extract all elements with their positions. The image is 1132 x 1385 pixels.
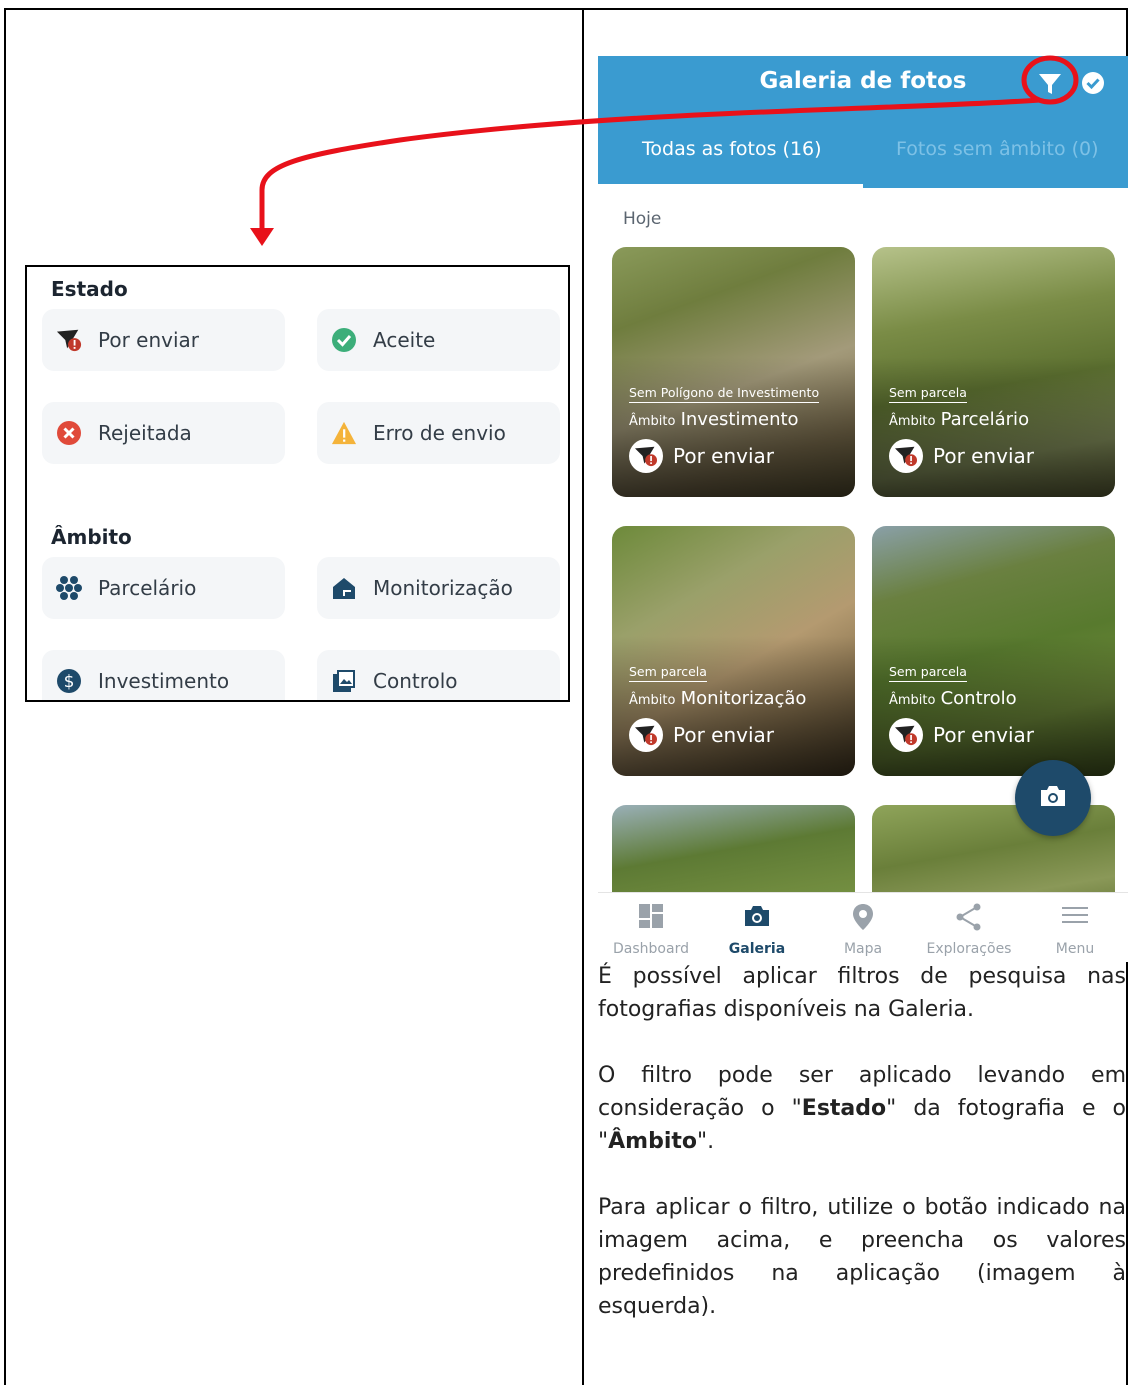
description-paragraph: Para aplicar o filtro, utilize o botão i… [598,1195,1126,1319]
description-paragraph: É possível aplicar filtros de pesquisa n… [598,964,1126,1022]
arrow-line [259,97,1041,230]
highlight-circle [1021,55,1079,105]
description: É possível aplicar filtros de pesquisa n… [598,960,1126,1356]
description-paragraph: O filtro pode ser aplicado levando em co… [598,1063,1126,1154]
arrow-head [250,228,274,246]
